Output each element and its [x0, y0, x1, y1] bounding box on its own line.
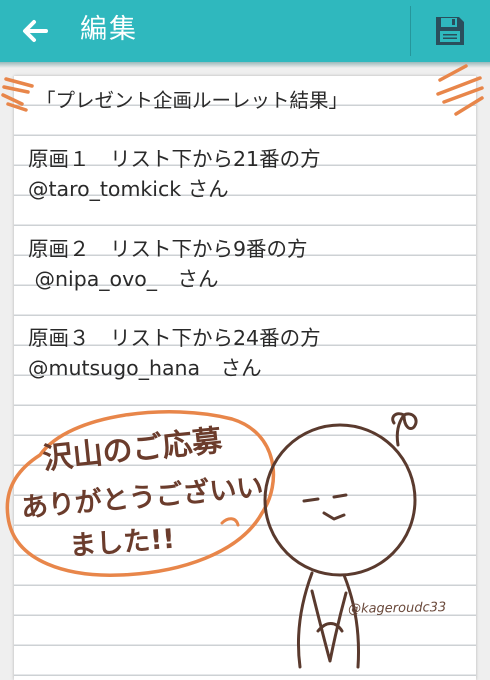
- save-button[interactable]: [433, 14, 467, 48]
- floppy-disk-icon: [436, 17, 464, 45]
- right-deco-strokes: [436, 64, 484, 116]
- left-deco-strokes: [1, 77, 34, 112]
- note-heading: 「プレゼント企画ルーレット結果」: [36, 89, 349, 112]
- note-line-handle-2: @nipa_ovo_ さん: [28, 267, 219, 291]
- note-line-handle-1: @taro_tomkick さん: [28, 177, 229, 201]
- arrow-left-icon: [23, 20, 48, 42]
- divider: [410, 6, 411, 56]
- note-line-entry-1: 原画１ リスト下から21番の方: [28, 147, 321, 171]
- app-bar-shadow: [0, 62, 490, 68]
- character-drawing: [263, 412, 418, 669]
- thank-you-illustration: 沢山のご応募 ありがとうございい ました!!: [5, 410, 418, 669]
- handwritten-message-line-2: ありがとうございい: [20, 471, 265, 524]
- back-button[interactable]: [18, 13, 58, 49]
- note-line-entry-3: 原画３ リスト下から24番の方: [28, 326, 321, 350]
- app-bar: 編集: [0, 0, 490, 62]
- note-line-entry-2: 原画２ リスト下から9番の方: [28, 237, 308, 261]
- handwritten-message-line-3: ました!!: [68, 524, 176, 562]
- note-line-handle-3: @mutsugo_hana さん: [28, 356, 262, 380]
- page-title: 編集: [80, 14, 138, 45]
- artist-signature: @kageroudc33: [347, 600, 447, 617]
